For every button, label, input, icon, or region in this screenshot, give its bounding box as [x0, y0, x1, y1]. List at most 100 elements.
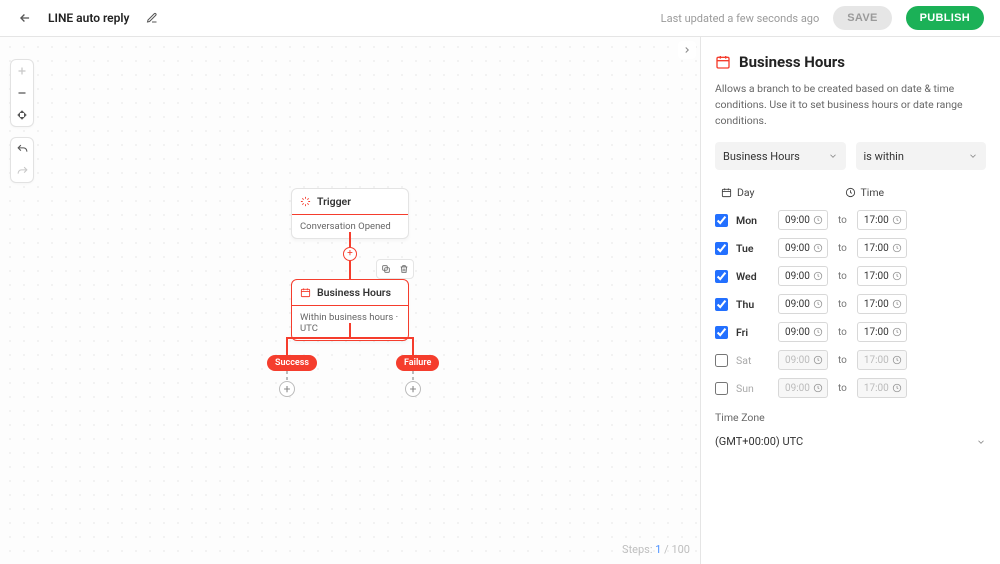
day-row-thu: Thu09:00 to 17:00 [715, 293, 986, 315]
failure-branch-pill[interactable]: Failure [396, 355, 439, 371]
to-label: to [838, 215, 847, 226]
top-bar: LINE auto reply Last updated a few secon… [0, 0, 1000, 37]
day-name: Thu [736, 298, 778, 311]
end-time-input[interactable]: 17:00 [857, 266, 907, 286]
undo-icon[interactable] [10, 138, 34, 160]
bh-node-title: Business Hours [317, 286, 391, 299]
condition-select[interactable]: is within [856, 142, 987, 170]
add-step-icon[interactable]: + [343, 247, 357, 261]
start-time-input: 09:00 [778, 350, 828, 370]
day-row-sun: Sun09:00 to 17:00 [715, 377, 986, 399]
history-toolbar [10, 137, 34, 183]
calendar-icon [300, 287, 311, 298]
clock-icon [813, 271, 823, 281]
start-time-input[interactable]: 09:00 [778, 266, 828, 286]
success-branch-pill[interactable]: Success [267, 355, 317, 371]
panel-title-text: Business Hours [739, 53, 845, 71]
day-checkbox[interactable] [715, 326, 728, 339]
chevron-down-icon [968, 151, 978, 161]
clock-icon [813, 299, 823, 309]
connector [286, 337, 414, 339]
add-success-step-icon[interactable]: + [279, 381, 295, 397]
day-checkbox[interactable] [715, 354, 728, 367]
day-name: Mon [736, 214, 778, 227]
connector [349, 232, 351, 247]
day-column-header: Day [721, 186, 755, 199]
redo-icon [10, 160, 34, 182]
start-time-input[interactable]: 09:00 [778, 238, 828, 258]
copy-node-icon[interactable] [379, 262, 393, 276]
connector [286, 337, 288, 356]
clock-icon [813, 243, 823, 253]
steps-counter: Steps: 1 / 100 [622, 543, 690, 556]
connector-dashed [412, 371, 414, 381]
to-label: to [838, 243, 847, 254]
day-checkbox[interactable] [715, 298, 728, 311]
end-time-input[interactable]: 17:00 [857, 322, 907, 342]
connector [349, 261, 351, 279]
start-time-input: 09:00 [778, 378, 828, 398]
end-time-input[interactable]: 17:00 [857, 294, 907, 314]
day-checkbox[interactable] [715, 382, 728, 395]
to-label: to [838, 355, 847, 366]
fit-view-icon[interactable] [10, 104, 34, 126]
day-name: Wed [736, 270, 778, 283]
start-time-input[interactable]: 09:00 [778, 322, 828, 342]
day-name: Fri [736, 326, 778, 339]
delete-node-icon[interactable] [397, 262, 411, 276]
chevron-down-icon [976, 437, 986, 447]
clock-icon [892, 355, 902, 365]
clock-icon [892, 215, 902, 225]
connector [349, 323, 351, 337]
calendar-small-icon [721, 187, 732, 198]
time-column-header: Time [845, 186, 885, 199]
clock-icon [813, 327, 823, 337]
end-time-input[interactable]: 17:00 [857, 238, 907, 258]
back-arrow-icon[interactable] [16, 9, 34, 27]
start-time-input[interactable]: 09:00 [778, 294, 828, 314]
connector [412, 337, 414, 356]
clock-icon [892, 327, 902, 337]
day-checkbox[interactable] [715, 242, 728, 255]
panel-description: Allows a branch to be created based on d… [715, 81, 986, 128]
publish-button[interactable]: PUBLISH [906, 6, 984, 30]
mode-select[interactable]: Business Hours [715, 142, 846, 170]
clock-icon [813, 383, 823, 393]
clock-icon [892, 271, 902, 281]
to-label: to [838, 327, 847, 338]
clock-small-icon [845, 187, 856, 198]
to-label: to [838, 383, 847, 394]
timezone-label: Time Zone [715, 411, 986, 424]
day-row-sat: Sat09:00 to 17:00 [715, 349, 986, 371]
end-time-input: 17:00 [857, 378, 907, 398]
last-updated-text: Last updated a few seconds ago [661, 12, 820, 25]
clock-icon [892, 383, 902, 393]
day-name: Tue [736, 242, 778, 255]
edit-title-icon[interactable] [143, 9, 161, 27]
chevron-down-icon [828, 151, 838, 161]
day-name: Sun [736, 382, 778, 395]
to-label: to [838, 299, 847, 310]
add-failure-step-icon[interactable]: + [405, 381, 421, 397]
save-button: SAVE [833, 6, 891, 30]
day-checkbox[interactable] [715, 214, 728, 227]
config-panel: Business Hours Allows a branch to be cre… [700, 37, 1000, 564]
zoom-in-icon [10, 60, 34, 82]
trigger-icon [300, 196, 311, 207]
clock-icon [892, 299, 902, 309]
canvas[interactable]: Trigger Conversation Opened + Business H… [0, 37, 700, 564]
clock-icon [813, 355, 823, 365]
end-time-input: 17:00 [857, 350, 907, 370]
clock-icon [892, 243, 902, 253]
day-row-tue: Tue09:00 to 17:00 [715, 237, 986, 259]
collapse-panel-icon[interactable] [678, 41, 696, 59]
node-actions-toolbar [376, 259, 414, 279]
day-name: Sat [736, 354, 778, 367]
zoom-out-icon[interactable] [10, 82, 34, 104]
day-row-wed: Wed09:00to17:00 [715, 265, 986, 287]
timezone-select[interactable]: (GMT+00:00) UTC [715, 430, 986, 454]
day-checkbox[interactable] [715, 270, 728, 283]
end-time-input[interactable]: 17:00 [857, 210, 907, 230]
page-title: LINE auto reply [48, 11, 129, 25]
start-time-input[interactable]: 09:00 [778, 210, 828, 230]
